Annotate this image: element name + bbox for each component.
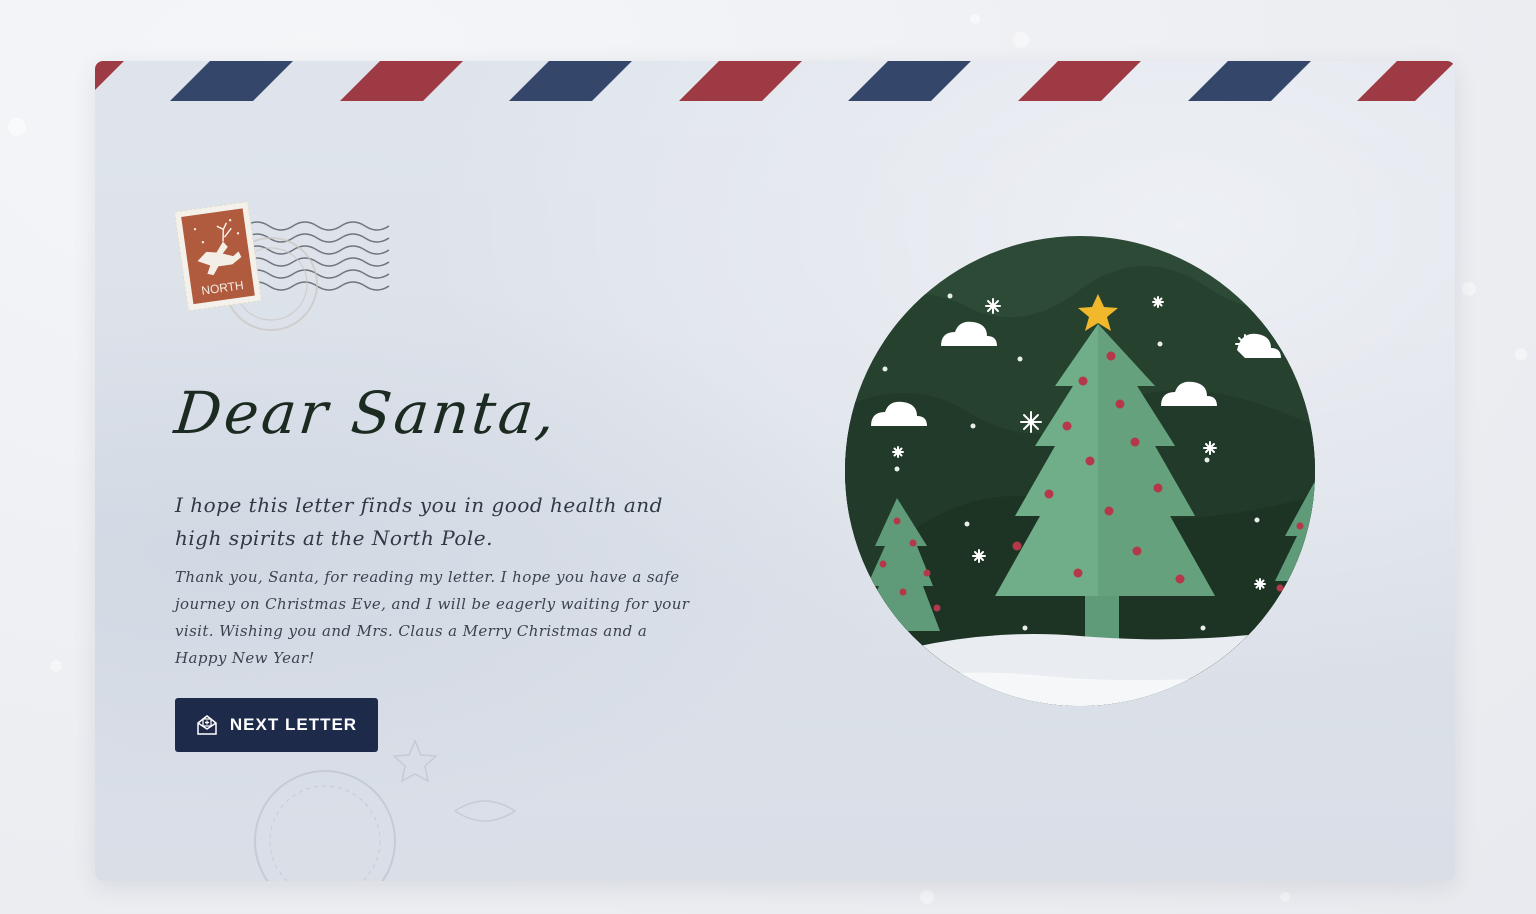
letter-greeting: Dear Santa,: [171, 379, 562, 447]
next-letter-label: NEXT LETTER: [229, 715, 358, 734]
stamp-icon: NORTH: [175, 201, 263, 312]
envelope-open-icon: [197, 715, 217, 735]
snowflake-decoration: [1013, 32, 1029, 48]
snowflake-decoration: [1280, 892, 1290, 902]
snowflake-decoration: [1462, 282, 1476, 296]
snowflake-decoration: [50, 660, 62, 672]
snowflake-decoration: [1515, 348, 1527, 360]
snowflake-decoration: [8, 118, 26, 136]
stamp-area: NORTH: [175, 196, 415, 346]
page: NORTH Dear Santa, I hope this letter fin…: [0, 0, 1536, 914]
letter-lead-paragraph: I hope this letter finds you in good hea…: [175, 493, 663, 550]
letter-envelope: NORTH Dear Santa, I hope this letter fin…: [95, 61, 1455, 881]
christmas-tree-scene-icon: [845, 236, 1315, 706]
airmail-border: [95, 61, 1455, 101]
letter-body-paragraph: Thank you, Santa, for reading my letter.…: [175, 568, 690, 667]
next-letter-button[interactable]: NEXT LETTER: [175, 698, 378, 752]
snowflake-decoration: [920, 890, 934, 904]
snowflake-decoration: [970, 14, 980, 24]
